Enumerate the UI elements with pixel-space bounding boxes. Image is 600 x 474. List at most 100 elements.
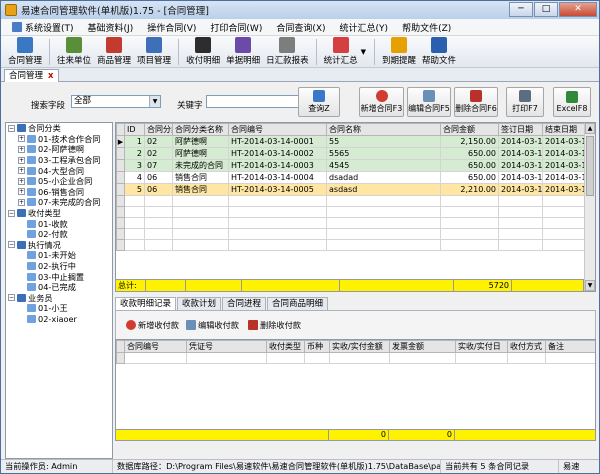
column-header[interactable]: 收付方式	[507, 340, 546, 353]
expand-icon[interactable]: +	[18, 167, 25, 175]
menu-basic-data[interactable]: 基础资料(J)	[81, 21, 141, 34]
table-cell[interactable]: 06	[144, 171, 173, 184]
table-cell[interactable]: asdasd	[326, 183, 441, 196]
due-reminder-button[interactable]: 到期提醒	[379, 36, 419, 67]
add-contract-button[interactable]: 新增合同F3	[359, 87, 404, 117]
help-file-button[interactable]: 帮助文件	[419, 36, 459, 67]
table-cell[interactable]: 06	[144, 183, 173, 196]
table-row[interactable]: 4 06 销售合同 HT-2014-03-14-0004 dsadad 650.00 201…	[116, 171, 587, 184]
tree-item[interactable]: 01-小王	[6, 303, 112, 314]
table-cell[interactable]: dsadad	[326, 171, 441, 184]
tree-item[interactable]: 04-已完成	[6, 282, 112, 293]
column-header[interactable]: 备注	[545, 340, 595, 353]
table-cell[interactable]: 2014-03-14	[498, 147, 543, 160]
collapse-icon[interactable]: −	[8, 124, 15, 132]
column-header[interactable]: 合同金额	[440, 123, 499, 136]
maximize-button[interactable]: □	[534, 2, 558, 17]
table-cell[interactable]: HT-2014-03-14-0002	[228, 147, 327, 160]
expand-icon[interactable]: +	[18, 198, 25, 206]
tab-contract-progress[interactable]: 合同进程	[222, 297, 267, 310]
table-cell[interactable]: 阿萨德啊	[172, 135, 229, 148]
expand-icon[interactable]: +	[18, 188, 25, 196]
expand-icon[interactable]: +	[18, 177, 25, 185]
table-cell[interactable]: 3	[124, 159, 145, 172]
menu-statistics[interactable]: 统计汇总(Y)	[333, 21, 396, 34]
column-header[interactable]: 币种	[304, 340, 330, 353]
expand-icon[interactable]: +	[18, 156, 25, 164]
tab-contract-goods[interactable]: 合同商品明细	[267, 297, 329, 310]
table-row[interactable]: ▶ 1 02 阿萨德啊 HT-2014-03-14-0001 55 2,150.00 2014…	[116, 135, 587, 148]
print-button[interactable]: 打印F7	[506, 87, 544, 117]
table-cell[interactable]: 阿萨德啊	[172, 147, 229, 160]
column-header[interactable]: 实收/实付日	[455, 340, 508, 353]
project-management-button[interactable]: 项目管理	[134, 36, 174, 67]
menu-system[interactable]: 系统设置(T)	[5, 21, 81, 34]
table-cell[interactable]: 2014-03-1	[542, 171, 587, 184]
menu-print-contract[interactable]: 打印合同(W)	[203, 21, 269, 34]
table-cell[interactable]: 2014-03-1	[542, 147, 587, 160]
column-header[interactable]: 结束日期	[542, 123, 587, 136]
menu-contract-query[interactable]: 合同查询(X)	[269, 21, 332, 34]
table-cell[interactable]: 2,150.00	[440, 135, 499, 148]
column-header[interactable]: 合同分类名称	[172, 123, 229, 136]
column-header[interactable]: 合同名称	[326, 123, 441, 136]
column-header[interactable]: 发票金额	[389, 340, 456, 353]
close-button[interactable]: ✕	[559, 2, 597, 17]
delete-payment-button[interactable]: 删除收付款	[248, 318, 301, 332]
column-header[interactable]: ID	[124, 123, 145, 136]
goods-management-button[interactable]: 商品管理	[94, 36, 134, 67]
edit-payment-button[interactable]: 编辑收付款	[186, 318, 239, 332]
table-row[interactable]: 2 02 阿萨德啊 HT-2014-03-14-0002 5565 650.00 2014-…	[116, 147, 587, 160]
payment-details-button[interactable]: 收付明细	[183, 36, 223, 67]
tab-payment-records[interactable]: 收款明细记录	[115, 297, 177, 310]
table-cell[interactable]: 5565	[326, 147, 441, 160]
table-cell[interactable]: HT-2014-03-14-0001	[228, 135, 327, 148]
table-cell[interactable]: 4	[124, 171, 145, 184]
excel-export-button[interactable]: ExcelF8	[553, 87, 591, 117]
statistics-summary-button[interactable]: 统计汇总	[321, 36, 361, 67]
contract-management-button[interactable]: 合同管理	[5, 36, 45, 67]
keyword-input[interactable]	[206, 95, 306, 108]
expand-icon[interactable]: +	[18, 145, 25, 153]
delete-contract-button[interactable]: 删除合同F6	[454, 87, 498, 117]
grid-vertical-scrollbar[interactable]: ▲ ▼	[584, 123, 595, 291]
table-cell[interactable]: 销售合同	[172, 183, 229, 196]
table-cell[interactable]: 2	[124, 147, 145, 160]
table-cell[interactable]: HT-2014-03-14-0003	[228, 159, 327, 172]
add-payment-button[interactable]: 新增收付款	[126, 318, 179, 332]
table-cell[interactable]: HT-2014-03-14-0005	[228, 183, 327, 196]
table-cell[interactable]: 2,210.00	[440, 183, 499, 196]
scroll-thumb[interactable]	[586, 136, 594, 196]
table-cell[interactable]: 650.00	[440, 171, 499, 184]
table-cell[interactable]: 2014-03-14	[498, 183, 543, 196]
contract-grid[interactable]: ID 合同分类 合同分类名称 合同编号 合同名称 合同金额 签订日期 结束日期 …	[115, 122, 596, 292]
table-row[interactable]: 3 07 未完成的合同 HT-2014-03-14-0003 4545 650.00 201…	[116, 159, 587, 172]
payment-grid[interactable]: 合同编号 凭证号 收付类型 币种 实收/实付金额 发票金额 实收/实付日 收付方…	[115, 339, 596, 441]
scroll-up-icon[interactable]: ▲	[585, 123, 595, 134]
close-tab-icon[interactable]: x	[48, 70, 53, 82]
table-cell[interactable]: 2014-03-14	[498, 135, 543, 148]
edit-contract-button[interactable]: 编辑合同F5	[407, 87, 451, 117]
table-cell[interactable]: 2014-03-14	[498, 171, 543, 184]
column-header[interactable]: 合同分类	[144, 123, 173, 136]
column-header[interactable]: 合同编号	[124, 340, 187, 353]
table-cell[interactable]: 07	[144, 159, 173, 172]
daily-remittance-report-button[interactable]: 日汇款报表	[263, 36, 312, 67]
column-header[interactable]: 合同编号	[228, 123, 327, 136]
tree-item[interactable]: 02-xiaoer	[6, 314, 112, 325]
table-cell[interactable]: 650.00	[440, 147, 499, 160]
table-cell[interactable]: HT-2014-03-14-0004	[228, 171, 327, 184]
table-cell[interactable]: 650.00	[440, 159, 499, 172]
voucher-details-button[interactable]: 单据明细	[223, 36, 263, 67]
column-header[interactable]: 签订日期	[498, 123, 543, 136]
table-cell[interactable]: 未完成的合同	[172, 159, 229, 172]
table-cell[interactable]: 销售合同	[172, 171, 229, 184]
column-header[interactable]: 凭证号	[186, 340, 267, 353]
tab-payment-plan[interactable]: 收款计划	[177, 297, 222, 310]
dropdown-arrow-icon[interactable]: ▼	[361, 48, 366, 56]
menu-help[interactable]: 帮助文件(Z)	[395, 21, 458, 34]
minimize-button[interactable]: ─	[509, 2, 533, 17]
collapse-icon[interactable]: −	[8, 241, 15, 249]
query-button[interactable]: 查询Z	[298, 87, 340, 117]
table-cell[interactable]: 2014-03-1	[542, 183, 587, 196]
